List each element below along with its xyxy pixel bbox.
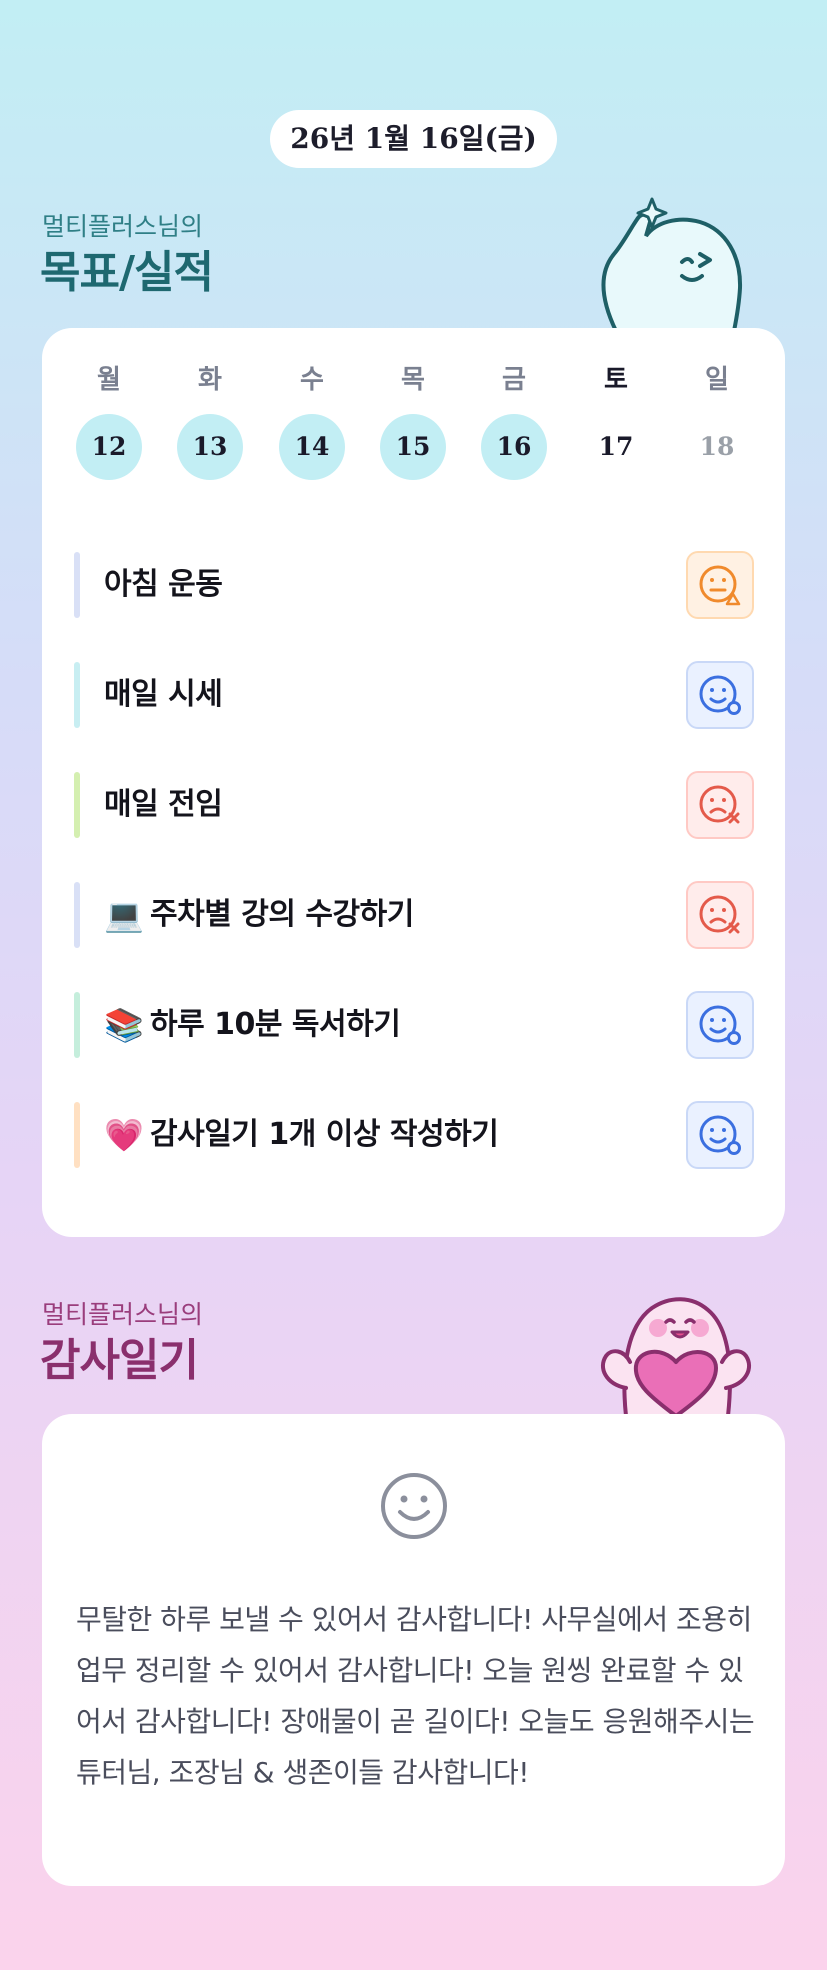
goal-color-bar bbox=[74, 662, 80, 728]
day-label: 목 bbox=[401, 365, 425, 395]
status-success-button[interactable] bbox=[686, 661, 754, 729]
goal-row[interactable]: 💗 감사일기 1개 이상 작성하기 bbox=[74, 1101, 754, 1169]
goal-color-bar bbox=[74, 1102, 80, 1168]
day-column[interactable]: 수 14 bbox=[278, 360, 346, 480]
goal-color-bar bbox=[74, 772, 80, 838]
status-warning-button[interactable] bbox=[686, 551, 754, 619]
mascot-sparkle-icon bbox=[601, 197, 743, 331]
goal-color-bar bbox=[74, 992, 80, 1058]
day-column[interactable]: 토 17 bbox=[582, 360, 650, 480]
smile-x-icon bbox=[699, 895, 740, 934]
smile-check-icon bbox=[699, 675, 741, 715]
week-strip: 월 12 화 13 수 14 목 15 금 16 토 17 일 18 bbox=[75, 360, 755, 500]
smile-check-icon bbox=[699, 1005, 741, 1045]
goal-text: 매일 시세 bbox=[104, 677, 223, 712]
gratitude-title: 감사일기 bbox=[40, 1335, 199, 1386]
goal-color-bar bbox=[74, 882, 80, 948]
goal-text: 감사일기 1개 이상 작성하기 bbox=[150, 1117, 499, 1152]
goal-text: 아침 운동 bbox=[104, 567, 223, 602]
status-fail-button[interactable] bbox=[686, 881, 754, 949]
day-column[interactable]: 월 12 bbox=[75, 360, 143, 480]
goal-text: 하루 10분 독서하기 bbox=[150, 1007, 401, 1042]
gratitude-card: 무탈한 하루 보낼 수 있어서 감사합니다! 사무실에서 조용히 업무 정리할 … bbox=[42, 1414, 785, 1886]
day-label: 금 bbox=[502, 365, 526, 395]
books-icon: 📚 bbox=[104, 1006, 144, 1044]
heart-icon: 💗 bbox=[104, 1116, 144, 1154]
day-label: 일 bbox=[705, 365, 729, 395]
goals-card: 월 12 화 13 수 14 목 15 금 16 토 17 일 18 아침 운동 매일 시세 매 bbox=[42, 328, 785, 1237]
goal-color-bar bbox=[74, 552, 80, 618]
day-label: 토 bbox=[604, 365, 628, 395]
goal-row[interactable]: 아침 운동 bbox=[74, 551, 754, 619]
day-number: 17 bbox=[598, 432, 634, 461]
goal-text: 주차별 강의 수강하기 bbox=[150, 897, 414, 932]
goal-row[interactable]: 💻 주차별 강의 수강하기 bbox=[74, 881, 754, 949]
day-number: 14 bbox=[279, 414, 345, 480]
smile-warning-icon bbox=[699, 565, 741, 606]
smile-icon bbox=[381, 1473, 447, 1539]
day-number: 13 bbox=[177, 414, 243, 480]
smile-check-icon bbox=[699, 1115, 741, 1155]
goal-text: 매일 전임 bbox=[104, 787, 223, 822]
laptop-icon: 💻 bbox=[104, 896, 144, 934]
day-column[interactable]: 화 13 bbox=[176, 360, 244, 480]
day-number: 16 bbox=[481, 414, 547, 480]
goal-row[interactable]: 매일 시세 bbox=[74, 661, 754, 729]
day-label: 월 bbox=[97, 365, 121, 395]
day-number: 12 bbox=[76, 414, 142, 480]
day-number: 15 bbox=[380, 414, 446, 480]
goals-title: 목표/실적 bbox=[40, 247, 214, 298]
smile-x-icon bbox=[699, 785, 740, 824]
mascot-heart-icon bbox=[600, 1297, 752, 1416]
date-pill: 26년 1월 16일(금) bbox=[270, 110, 557, 168]
day-label: 수 bbox=[300, 365, 324, 395]
day-label: 화 bbox=[198, 365, 222, 395]
day-column[interactable]: 금 16 bbox=[480, 360, 548, 480]
goal-row[interactable]: 매일 전임 bbox=[74, 771, 754, 839]
day-number: 18 bbox=[699, 432, 735, 461]
gratitude-text: 무탈한 하루 보낼 수 있어서 감사합니다! 사무실에서 조용히 업무 정리할 … bbox=[76, 1603, 755, 1789]
status-success-button[interactable] bbox=[686, 991, 754, 1059]
goal-row[interactable]: 📚 하루 10분 독서하기 bbox=[74, 991, 754, 1059]
day-column[interactable]: 일 18 bbox=[683, 360, 751, 480]
status-success-button[interactable] bbox=[686, 1101, 754, 1169]
day-column[interactable]: 목 15 bbox=[379, 360, 447, 480]
status-fail-button[interactable] bbox=[686, 771, 754, 839]
